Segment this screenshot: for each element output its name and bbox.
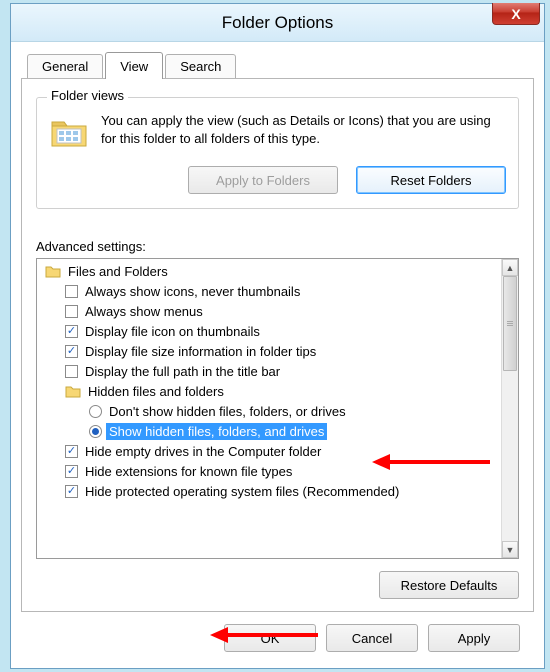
tab-view[interactable]: View [105,52,163,79]
tree-item-radio-selected[interactable]: Show hidden files, folders, and drives [37,421,501,441]
tree-item-radio[interactable]: Don't show hidden files, folders, or dri… [37,401,501,421]
scroll-track[interactable] [502,276,518,541]
folder-views-group: Folder views You can app [36,97,519,209]
tree-item[interactable]: ✓ Hide empty drives in the Computer fold… [37,441,501,461]
reset-folders-button[interactable]: Reset Folders [356,166,506,194]
tree-item[interactable]: Always show icons, never thumbnails [37,281,501,301]
vertical-scrollbar[interactable]: ▲ ▼ [501,259,518,558]
tree-item[interactable]: ✓ Hide protected operating system files … [37,481,501,501]
folder-views-description: You can apply the view (such as Details … [101,112,506,152]
tab-general[interactable]: General [27,54,103,78]
dialog-button-row: OK Cancel Apply [21,612,534,658]
checkbox-icon[interactable] [65,285,78,298]
tree-item[interactable]: Display the full path in the title bar [37,361,501,381]
advanced-settings-tree[interactable]: Files and Folders Always show icons, nev… [36,258,519,559]
checkbox-icon[interactable] [65,365,78,378]
folder-options-window: Folder Options X General View Search Fol… [10,3,545,669]
cancel-button[interactable]: Cancel [326,624,418,652]
tree-item[interactable]: ✓ Hide extensions for known file types [37,461,501,481]
close-button[interactable]: X [492,3,540,25]
tab-pane-view: Folder views You can app [21,78,534,612]
scroll-thumb[interactable] [503,276,517,371]
scroll-up-button[interactable]: ▲ [502,259,518,276]
scroll-down-button[interactable]: ▼ [502,541,518,558]
apply-to-folders-button[interactable]: Apply to Folders [188,166,338,194]
tab-search[interactable]: Search [165,54,236,78]
radio-icon[interactable] [89,425,102,438]
tree-content: Files and Folders Always show icons, nev… [37,259,501,558]
radio-icon[interactable] [89,405,102,418]
checkbox-icon[interactable]: ✓ [65,345,78,358]
ok-button[interactable]: OK [224,624,316,652]
restore-defaults-button[interactable]: Restore Defaults [379,571,519,599]
client-area: General View Search Folder views [11,42,544,668]
checkbox-icon[interactable]: ✓ [65,465,78,478]
tree-item[interactable]: ✓ Display file size information in folde… [37,341,501,361]
tree-item[interactable]: ✓ Display file icon on thumbnails [37,321,501,341]
folder-views-group-title: Folder views [47,88,128,103]
checkbox-icon[interactable]: ✓ [65,485,78,498]
checkbox-icon[interactable] [65,305,78,318]
titlebar: Folder Options X [11,4,544,42]
advanced-settings-label: Advanced settings: [36,239,519,254]
tree-root[interactable]: Files and Folders [37,261,501,281]
apply-button[interactable]: Apply [428,624,520,652]
folder-icon [65,383,81,399]
folder-icon [49,112,89,152]
tree-item[interactable]: Always show menus [37,301,501,321]
folder-icon [45,263,61,279]
checkbox-icon[interactable]: ✓ [65,445,78,458]
tabstrip: General View Search [27,50,534,78]
window-title: Folder Options [222,13,334,33]
checkbox-icon[interactable]: ✓ [65,325,78,338]
tree-hidden-folder[interactable]: Hidden files and folders [37,381,501,401]
